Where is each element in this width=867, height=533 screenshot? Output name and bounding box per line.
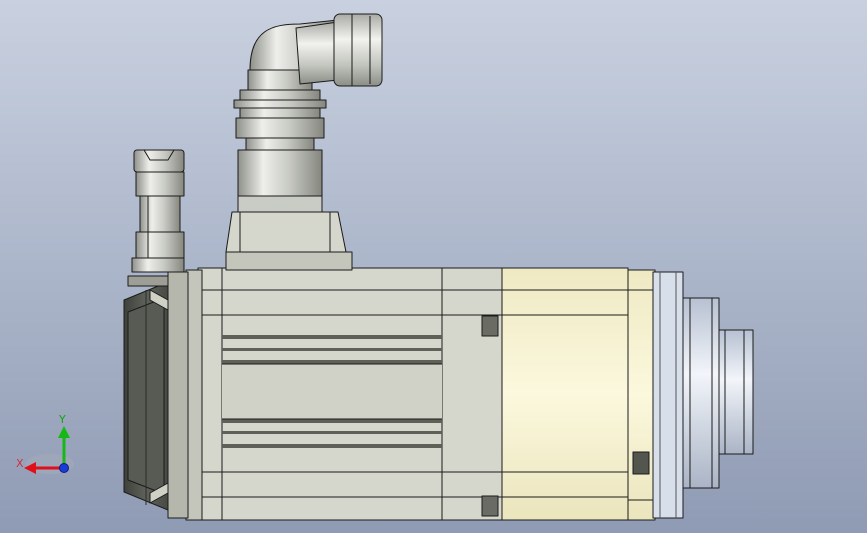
encoder-connector [131, 149, 185, 273]
cad-viewport[interactable]: X Y [0, 0, 867, 533]
rear-end-bell [167, 269, 203, 521]
axis-z-origin [59, 463, 69, 473]
motor-housing-main [185, 267, 503, 521]
model-scene[interactable] [0, 0, 867, 533]
axis-y-label: Y [59, 413, 66, 426]
encoder-cover [123, 275, 169, 511]
motor-housing-front [499, 267, 629, 521]
axis-x-label: X [16, 457, 24, 470]
